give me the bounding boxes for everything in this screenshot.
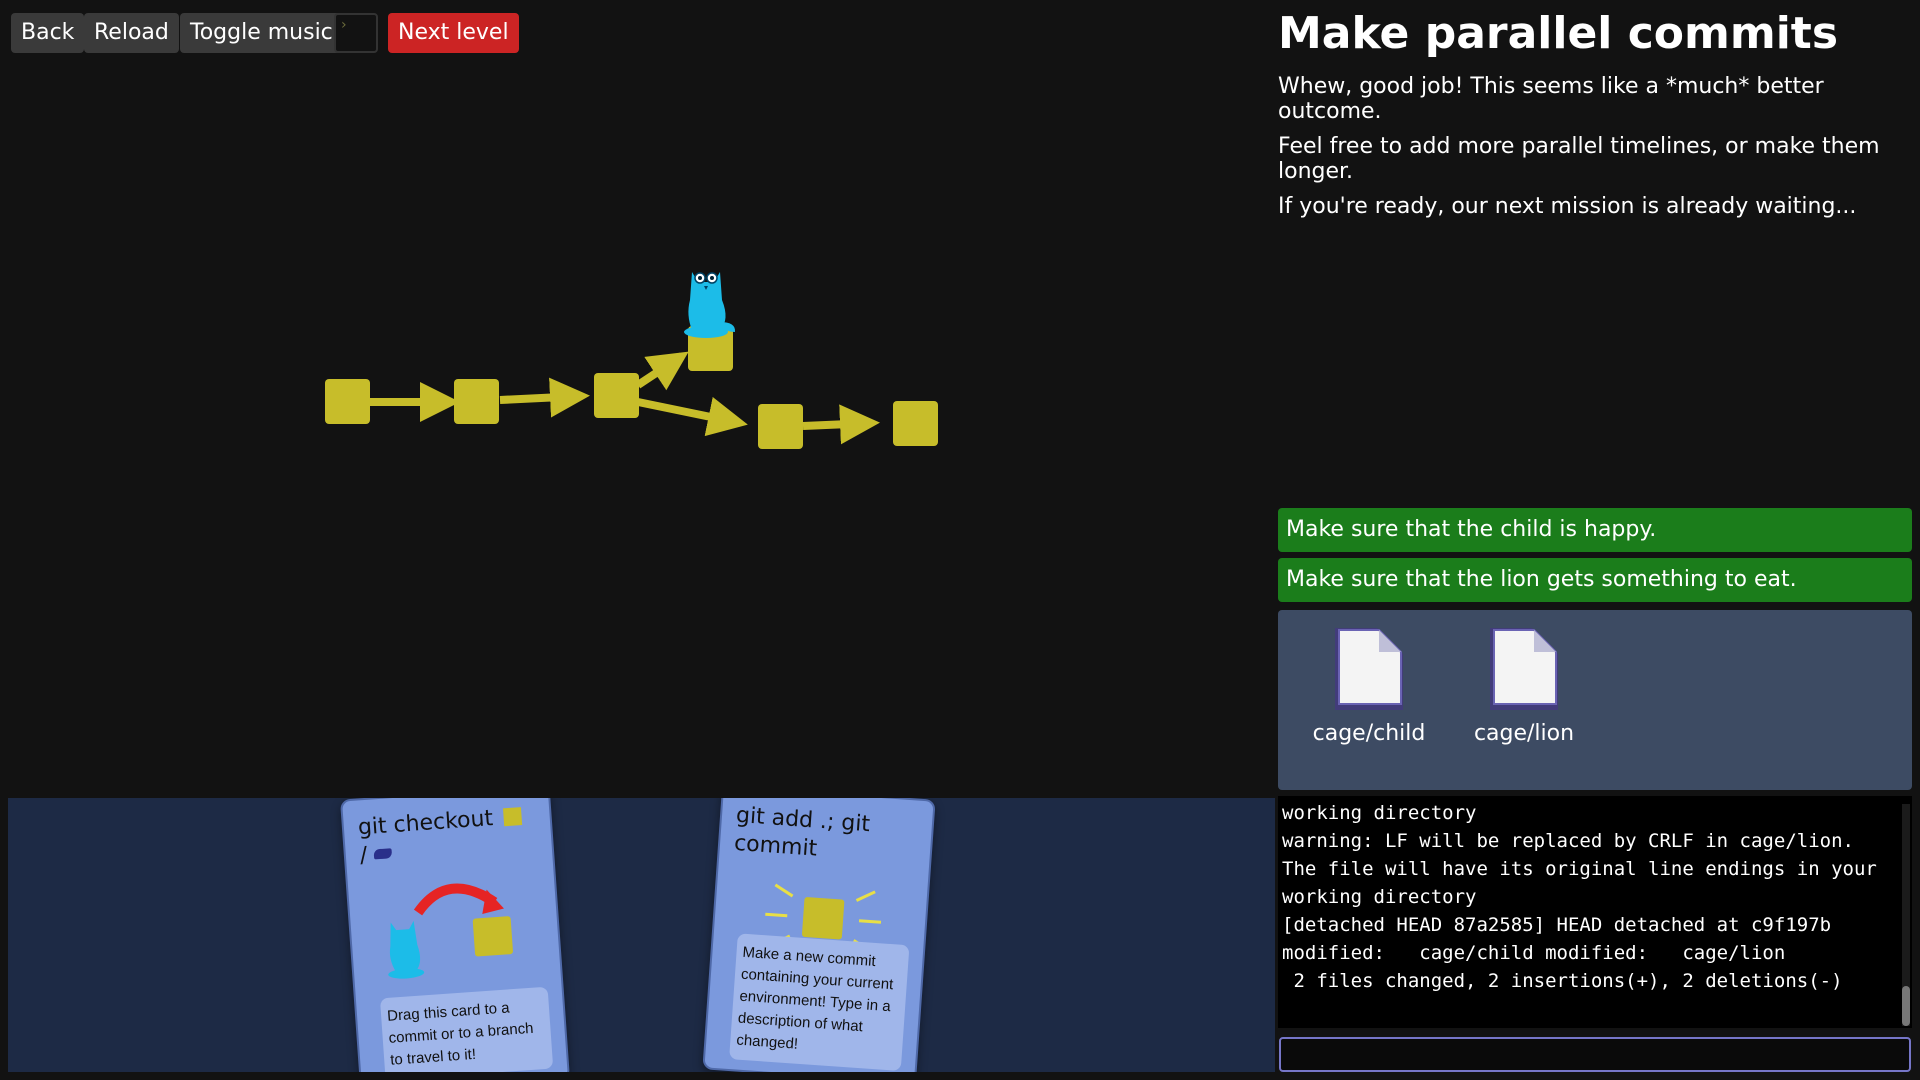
terminal-icon: › [341,17,347,33]
terminal-scrollbar[interactable] [1902,804,1910,1026]
terminal-output: working directory warning: LF will be re… [1278,796,1912,1028]
git-checkout-card[interactable]: git checkout / Drag this card to a commi… [339,798,571,1072]
checkout-illustration-icon [388,883,513,979]
level-description-line: Whew, good job! This seems like a *much*… [1278,74,1824,124]
git-commit-card[interactable]: git add .; git commit Make a new commit … [702,798,936,1072]
goal-completed: Make sure that the child is happy. [1278,508,1912,552]
terminal-line: [detached HEAD 87a2585] HEAD detached at… [1282,914,1832,936]
terminal-toggle-button[interactable]: › [334,13,378,53]
file-item[interactable]: cage/child [1304,624,1434,746]
commit-node[interactable] [594,373,639,418]
file-item[interactable]: cage/lion [1459,624,1589,746]
commit-icon [503,807,523,827]
head-owl-icon[interactable] [684,272,736,338]
card-title: git checkout [357,806,494,841]
commit-graph [325,272,938,449]
terminal-line: working directory [1282,886,1477,908]
file-name: cage/child [1312,721,1426,746]
commit-node[interactable] [758,404,803,449]
next-level-button[interactable]: Next level [388,13,519,53]
terminal-line: The file will have its original line end… [1282,858,1877,880]
level-description-line: Feel free to add more parallel timelines… [1278,134,1880,184]
card-description: Make a new commit containing your curren… [729,933,910,1072]
level-title: Make parallel commits [1278,8,1839,59]
commit-node[interactable] [893,401,938,446]
back-button[interactable]: Back [11,13,85,53]
command-input[interactable] [1279,1037,1911,1072]
terminal-line: working directory [1282,802,1477,824]
terminal-line: warning: LF will be replaced by CRLF in … [1282,830,1854,852]
level-description-line: If you're ready, our next mission is alr… [1278,194,1857,219]
toggle-music-button[interactable]: Toggle music [180,13,343,53]
file-browser: cage/child cage/lion [1278,610,1912,790]
commit-edge [637,396,748,437]
file-icon [1335,628,1403,710]
level-panel: Make parallel commits Whew, good job! Th… [1278,0,1912,1080]
card-hand: git checkout / Drag this card to a commi… [8,798,1275,1072]
commit-node[interactable] [325,379,370,424]
commit-node[interactable] [454,379,499,424]
card-title-separator: / [359,842,369,869]
terminal-line: modified: cage/child modified: cage/lion [1282,942,1786,964]
commit-edge [499,377,590,418]
file-name: cage/lion [1473,721,1575,746]
terminal-scroll-thumb[interactable] [1902,986,1910,1026]
reload-button[interactable]: Reload [84,13,179,53]
goal-completed: Make sure that the lion gets something t… [1278,558,1912,602]
card-title: git add .; git commit [733,802,871,862]
card-description: Drag this card to a commit or to a branc… [379,986,554,1072]
commit-edge [635,351,689,391]
commit-edge [802,404,880,445]
file-icon [1490,628,1558,710]
branch-icon [373,848,393,860]
commits [325,326,938,449]
terminal-line: 2 files changed, 2 insertions(+), 2 dele… [1282,970,1843,992]
